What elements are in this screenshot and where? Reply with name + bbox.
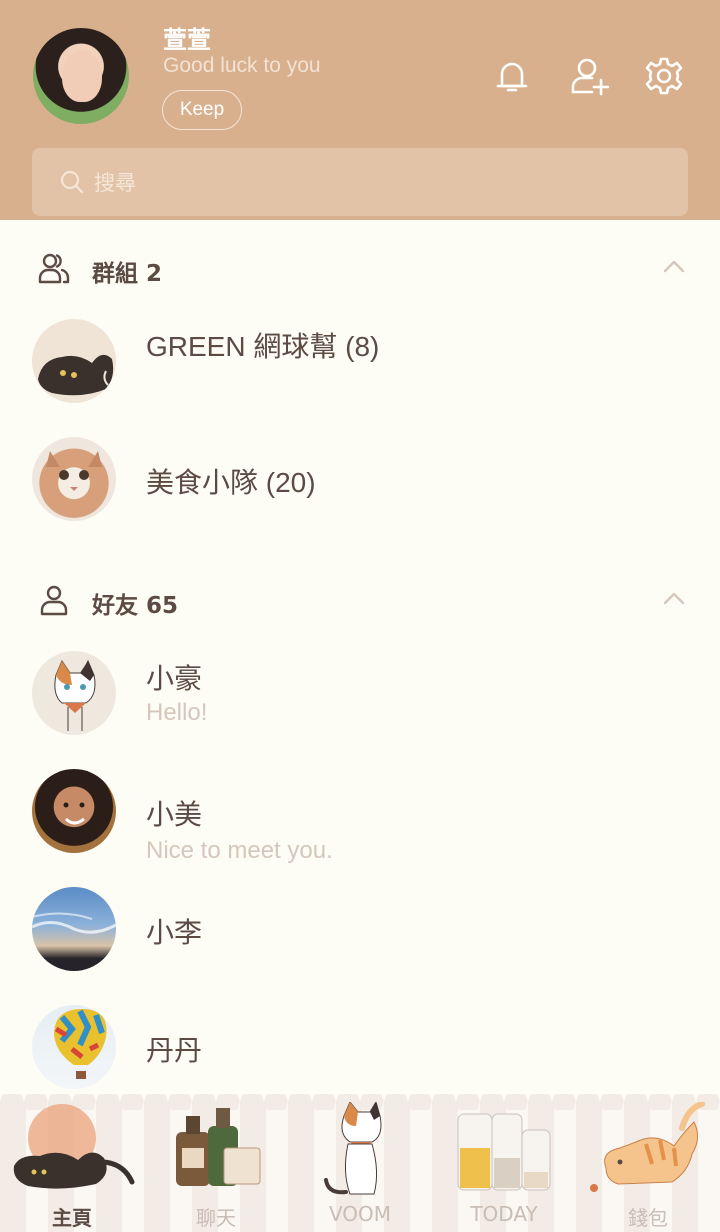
groups-section-header[interactable]: 群組 2	[0, 242, 720, 292]
friend-name: 小美	[146, 799, 203, 830]
wallet-orange-cat-icon	[590, 1102, 705, 1192]
friend-avatar	[32, 651, 116, 735]
group-avatar	[32, 319, 116, 403]
friend-name: 丹丹	[146, 1035, 203, 1066]
friend-name: 小豪	[146, 663, 203, 694]
tab-label: 聊天	[196, 1206, 236, 1230]
voom-calico-cat-icon	[324, 1102, 382, 1195]
friend-status-message: Hello!	[146, 699, 208, 726]
friend-avatar	[32, 1005, 116, 1089]
tab-chat[interactable]: 聊天	[144, 1102, 288, 1232]
tab-today[interactable]: TODAY	[432, 1102, 576, 1232]
avatar-face	[62, 50, 102, 102]
friend-row[interactable]: 丹丹	[0, 1005, 720, 1105]
friend-avatar	[32, 769, 116, 853]
tab-label: 主頁	[52, 1206, 92, 1230]
group-row[interactable]: 美食小隊 (20)	[0, 437, 720, 537]
tab-home[interactable]: 主頁	[0, 1102, 144, 1232]
group-avatar	[32, 437, 116, 521]
tab-wallet[interactable]: 錢包	[576, 1102, 720, 1232]
search-icon	[60, 170, 84, 194]
profile-avatar[interactable]	[33, 28, 129, 124]
group-icon	[38, 253, 70, 284]
chevron-up-icon[interactable]	[662, 258, 686, 274]
home-cat-icon	[13, 1104, 135, 1189]
keep-button[interactable]: Keep	[162, 90, 242, 130]
bottom-tab-bar: 主頁 聊天 VOOM TODAY 錢包	[0, 1094, 720, 1232]
groups-title: 群組 2	[92, 261, 163, 287]
friends-section-header[interactable]: 好友 65	[0, 574, 720, 624]
settings-gear-icon[interactable]	[644, 56, 684, 96]
friend-row[interactable]: 小美 Nice to meet you.	[0, 769, 720, 869]
friend-avatar	[32, 887, 116, 971]
add-friend-icon[interactable]	[570, 56, 610, 96]
group-name: 美食小隊 (20)	[146, 467, 316, 498]
tab-label: VOOM	[328, 1202, 392, 1226]
today-jars-icon	[457, 1113, 551, 1191]
tab-voom[interactable]: VOOM	[288, 1102, 432, 1232]
search-input[interactable]	[92, 162, 656, 204]
group-name: GREEN 網球幫 (8)	[146, 331, 380, 362]
friend-row[interactable]: 小李	[0, 887, 720, 987]
profile-header: 萱萱 Good luck to you Keep	[0, 0, 720, 220]
profile-name[interactable]: 萱萱	[163, 20, 211, 55]
friend-row[interactable]: 小豪 Hello!	[0, 651, 720, 751]
tab-label: 錢包	[628, 1206, 668, 1230]
bell-icon[interactable]	[492, 56, 532, 96]
friend-status-message: Nice to meet you.	[146, 837, 333, 864]
tab-label: TODAY	[470, 1202, 538, 1226]
friend-name: 小李	[146, 917, 203, 948]
search-bar[interactable]	[32, 148, 688, 216]
chevron-up-icon[interactable]	[662, 590, 686, 606]
friend-icon	[40, 585, 68, 616]
group-row[interactable]: GREEN 網球幫 (8)	[0, 319, 720, 419]
chat-bottles-icon	[176, 1108, 261, 1186]
profile-status-message[interactable]: Good luck to you	[163, 54, 321, 78]
friends-title: 好友 65	[92, 593, 179, 619]
